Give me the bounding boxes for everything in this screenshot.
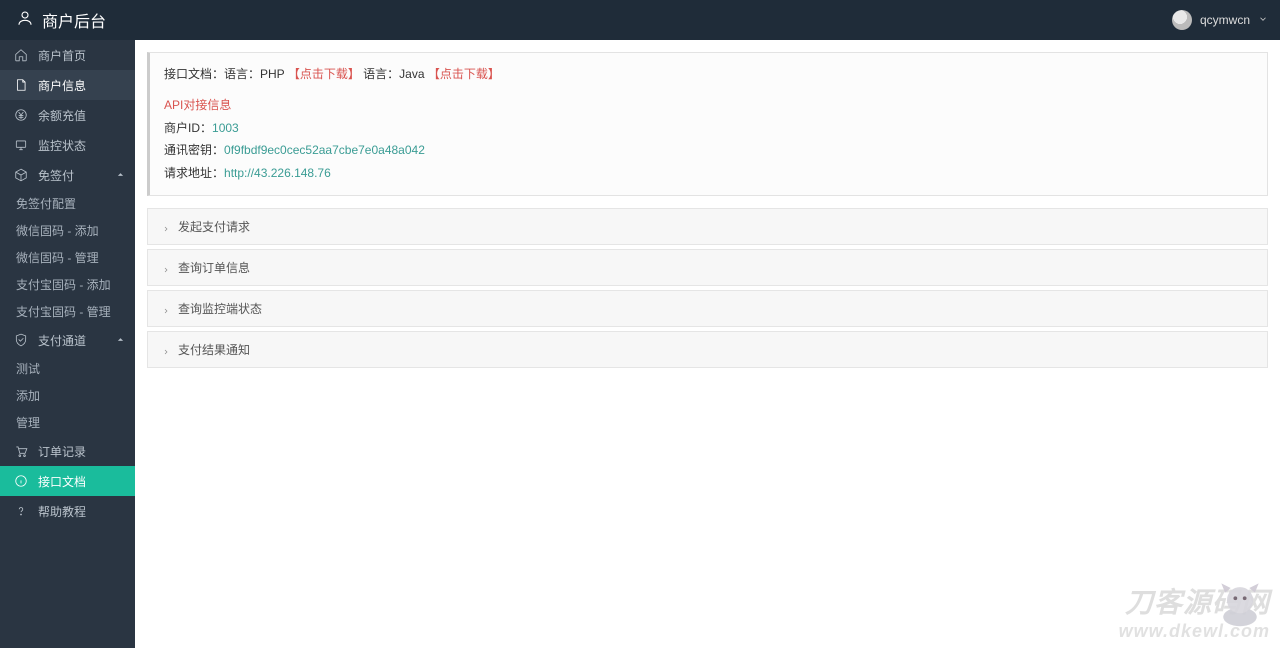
chevron-right-icon: [162, 222, 170, 230]
user-outline-icon: [16, 9, 34, 32]
avatar: [1172, 10, 1192, 30]
sidebar-subitem-4-3[interactable]: 支付宝固码 - 添加: [0, 271, 135, 298]
sidebar-item-label: 商户首页: [38, 47, 86, 64]
api-section-title: API对接信息: [164, 94, 1253, 117]
merchant-id-row: 商户ID：1003: [164, 117, 1253, 140]
shield-icon: [14, 333, 28, 347]
accordion-item-label: 查询监控端状态: [178, 300, 262, 317]
sidebar-subitem-5-2[interactable]: 管理: [0, 409, 135, 436]
accordion-item-2[interactable]: 查询监控端状态: [147, 290, 1268, 327]
topbar: 商户后台 qcymwcn: [0, 0, 1280, 40]
accordion-item-0[interactable]: 发起支付请求: [147, 208, 1268, 245]
caret-up-icon: [116, 333, 125, 347]
merchant-id-label: 商户ID：: [164, 121, 212, 135]
secret-row: 通讯密钥：0f9fbdf9ec0cec52aa7cbe7e0a48a042: [164, 139, 1253, 162]
request-url-label: 请求地址：: [164, 166, 224, 180]
sidebar-item-8[interactable]: 帮助教程: [0, 496, 135, 526]
request-url-row: 请求地址：http://43.226.148.76: [164, 162, 1253, 185]
sidebar-subitem-4-1[interactable]: 微信固码 - 添加: [0, 217, 135, 244]
accordion-item-label: 发起支付请求: [178, 218, 250, 235]
accordion-item-label: 支付结果通知: [178, 341, 250, 358]
sidebar-item-7[interactable]: 接口文档: [0, 466, 135, 496]
sidebar-item-label: 订单记录: [38, 443, 86, 460]
doc-lang-java: 语言：Java: [363, 67, 424, 81]
chevron-right-icon: [162, 304, 170, 312]
sidebar-subitem-5-1[interactable]: 添加: [0, 382, 135, 409]
sidebar-subitem-4-0[interactable]: 免签付配置: [0, 190, 135, 217]
sidebar-subitem-4-4[interactable]: 支付宝固码 - 管理: [0, 298, 135, 325]
sidebar-item-label: 接口文档: [38, 473, 86, 490]
accordion-item-label: 查询订单信息: [178, 259, 250, 276]
download-php-link[interactable]: 【点击下载】: [288, 67, 360, 81]
yen-icon: [14, 108, 28, 122]
sidebar: 商户首页商户信息余额充值监控状态免签付免签付配置微信固码 - 添加微信固码 - …: [0, 40, 135, 648]
chevron-down-icon: [1258, 13, 1268, 27]
sidebar-subitem-5-0[interactable]: 测试: [0, 355, 135, 382]
sidebar-item-label: 免签付: [38, 167, 74, 184]
cube-icon: [14, 168, 28, 182]
secret-label: 通讯密钥：: [164, 143, 224, 157]
doc-icon: [14, 78, 28, 92]
chevron-right-icon: [162, 263, 170, 271]
sidebar-item-label: 监控状态: [38, 137, 86, 154]
sidebar-item-6[interactable]: 订单记录: [0, 436, 135, 466]
api-accordion: 发起支付请求查询订单信息查询监控端状态支付结果通知: [147, 208, 1268, 368]
accordion-item-3[interactable]: 支付结果通知: [147, 331, 1268, 368]
sidebar-item-5[interactable]: 支付通道: [0, 325, 135, 355]
api-info-panel: 接口文档：语言：PHP 【点击下载】 语言：Java 【点击下载】 API对接信…: [147, 52, 1268, 196]
secret-value: 0f9fbdf9ec0cec52aa7cbe7e0a48a042: [224, 143, 425, 157]
chevron-right-icon: [162, 345, 170, 353]
sidebar-subitem-4-2[interactable]: 微信固码 - 管理: [0, 244, 135, 271]
main-content: 接口文档：语言：PHP 【点击下载】 语言：Java 【点击下载】 API对接信…: [135, 40, 1280, 648]
help-icon: [14, 504, 28, 518]
cart-icon: [14, 444, 28, 458]
sidebar-item-label: 支付通道: [38, 332, 86, 349]
sidebar-item-0[interactable]: 商户首页: [0, 40, 135, 70]
sidebar-item-label: 帮助教程: [38, 503, 86, 520]
request-url-link[interactable]: http://43.226.148.76: [224, 166, 331, 180]
sidebar-item-3[interactable]: 监控状态: [0, 130, 135, 160]
username: qcymwcn: [1200, 13, 1250, 27]
sidebar-item-2[interactable]: 余额充值: [0, 100, 135, 130]
sidebar-item-label: 商户信息: [38, 77, 86, 94]
doc-download-row: 接口文档：语言：PHP 【点击下载】 语言：Java 【点击下载】: [164, 63, 1253, 86]
caret-up-icon: [116, 168, 125, 182]
merchant-id-value: 1003: [212, 121, 239, 135]
home-icon: [14, 48, 28, 62]
sidebar-item-label: 余额充值: [38, 107, 86, 124]
brand-title: 商户后台: [42, 8, 106, 32]
info-icon: [14, 474, 28, 488]
user-menu[interactable]: qcymwcn: [1172, 10, 1268, 30]
doc-lang-php: 接口文档：语言：PHP: [164, 67, 284, 81]
download-java-link[interactable]: 【点击下载】: [428, 67, 500, 81]
accordion-item-1[interactable]: 查询订单信息: [147, 249, 1268, 286]
brand: 商户后台: [16, 8, 106, 32]
monitor-icon: [14, 138, 28, 152]
sidebar-item-4[interactable]: 免签付: [0, 160, 135, 190]
sidebar-item-1[interactable]: 商户信息: [0, 70, 135, 100]
